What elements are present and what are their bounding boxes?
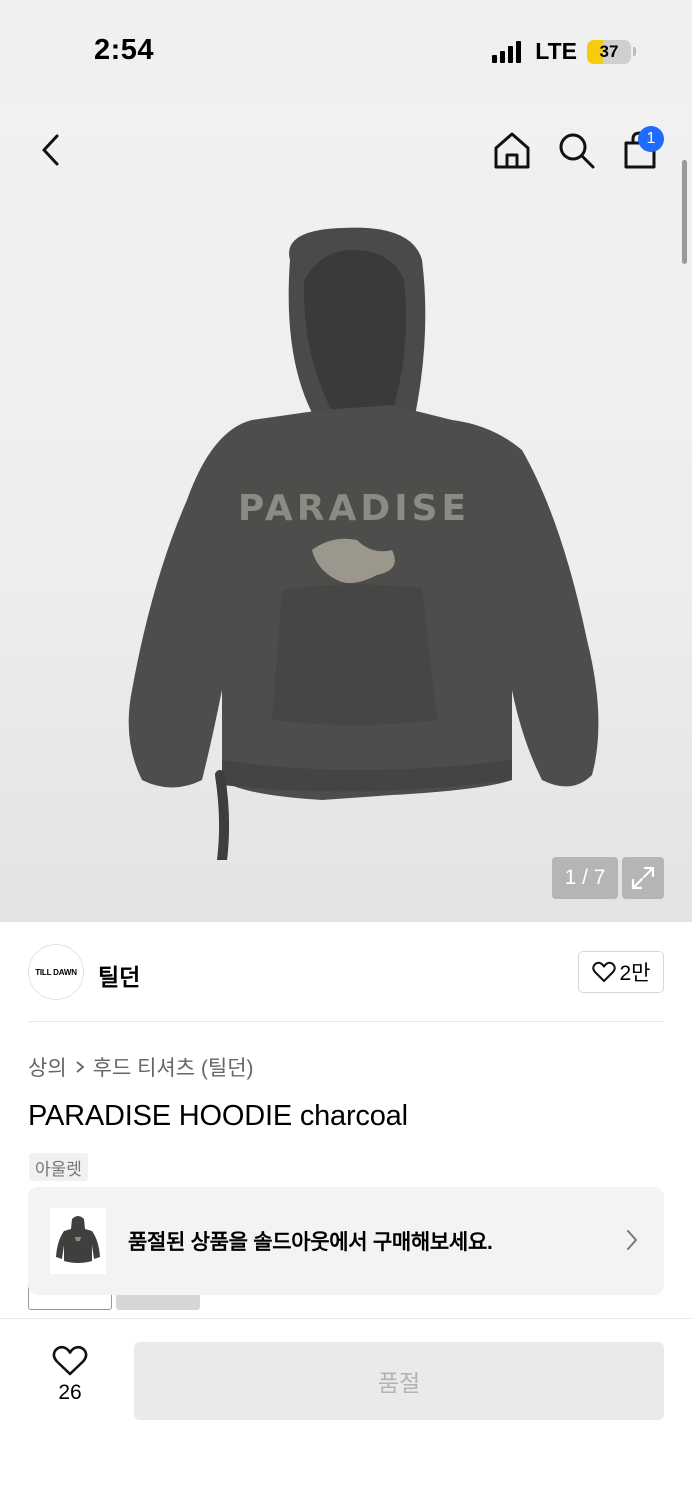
home-button[interactable] — [490, 128, 534, 172]
scroll-indicator[interactable] — [682, 160, 687, 264]
battery-tip — [633, 47, 636, 56]
back-icon — [42, 134, 59, 166]
outlet-tag: 아울렛 — [29, 1153, 88, 1181]
cart-count-badge: 1 — [638, 126, 664, 152]
print-text: PARADISE — [238, 488, 470, 529]
wishlist-count: 26 — [58, 1381, 82, 1404]
breadcrumb-subcategory[interactable]: 후드 티셔츠 (틸던) — [93, 1052, 254, 1082]
banner-thumbnail — [50, 1208, 106, 1274]
chevron-right-icon — [627, 1230, 637, 1250]
hoodie-thumbnail-image — [56, 1216, 100, 1263]
brand-name[interactable]: 틸던 — [98, 958, 140, 992]
soldout-banner-text: 품절된 상품을 솔드아웃에서 구매해보세요. — [128, 1231, 493, 1254]
breadcrumb: 상의 후드 티셔츠 (틸던) — [28, 1052, 254, 1082]
breadcrumb-category[interactable]: 상의 — [28, 1052, 67, 1082]
image-counter: 1 / 7 — [552, 857, 618, 899]
bottom-action-bar: 26 품절 — [0, 1318, 692, 1500]
heart-icon — [591, 961, 616, 982]
product-title: PARADISE HOODIE charcoal — [28, 1100, 408, 1132]
expand-icon — [631, 866, 655, 890]
expand-image-button[interactable] — [622, 857, 664, 899]
signal-icon — [492, 40, 522, 63]
battery-level: 37 — [599, 41, 619, 61]
status-indicators: LTE 37 — [492, 38, 636, 65]
status-time: 2:54 — [94, 34, 155, 66]
divider — [28, 1021, 664, 1022]
product-gallery[interactable]: 1 PARADISE 1 / 7 — [0, 100, 692, 922]
network-label: LTE — [535, 38, 577, 64]
heart-icon — [52, 1345, 88, 1376]
search-button[interactable] — [554, 128, 598, 172]
brand-row: TILL DAWN 틸던 2만 — [28, 944, 664, 1000]
battery-icon: 37 — [587, 39, 631, 64]
status-bar: 2:54 LTE 37 — [0, 0, 692, 100]
chevron-right-icon — [76, 1061, 85, 1073]
wishlist-button[interactable]: 26 — [40, 1345, 100, 1405]
home-icon — [494, 132, 530, 169]
search-icon — [559, 133, 595, 169]
hoodie-image: PARADISE — [128, 227, 599, 860]
brand-logo[interactable]: TILL DAWN — [28, 944, 84, 1000]
brand-like-button[interactable]: 2만 — [578, 951, 664, 993]
soldout-button[interactable]: 품절 — [134, 1342, 664, 1420]
brand-like-count: 2만 — [619, 962, 651, 985]
back-button[interactable] — [30, 128, 70, 172]
soldout-banner[interactable]: 품절된 상품을 솔드아웃에서 구매해보세요. — [28, 1187, 664, 1295]
